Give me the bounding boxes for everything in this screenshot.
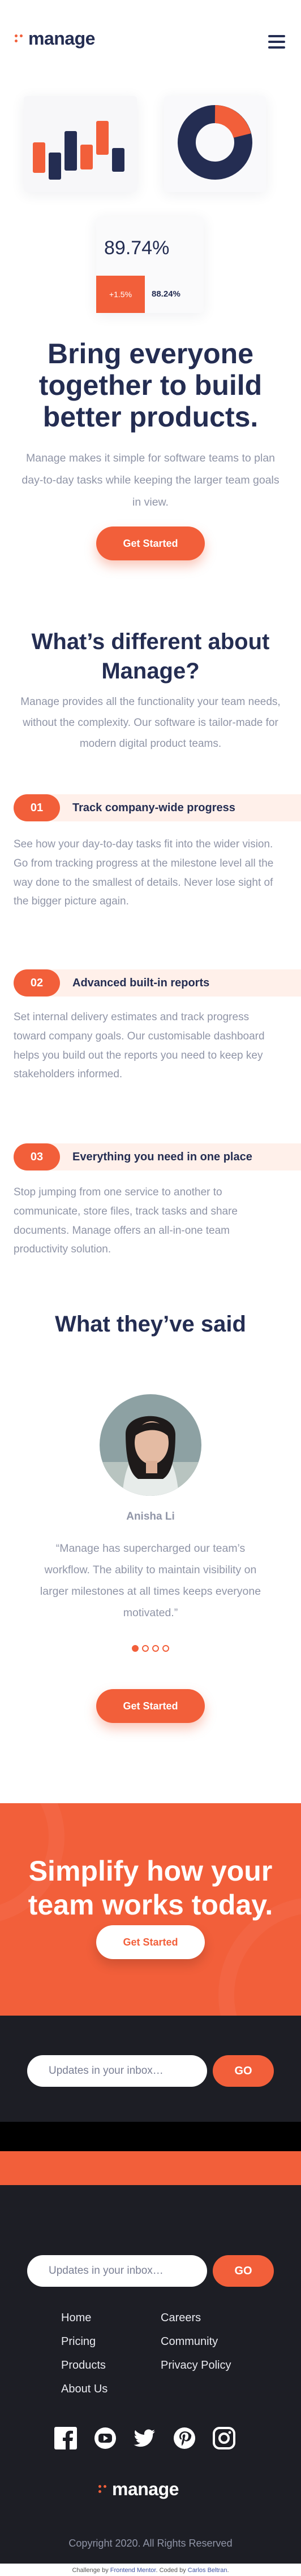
header-logo[interactable]: manage (15, 28, 95, 49)
stat-secondary: 88.24% (152, 289, 180, 299)
feature-title: Everything you need in one place (72, 1150, 252, 1163)
pagination-dot[interactable] (162, 1645, 169, 1652)
feature-item-3: 03 Everything you need in one place (0, 1143, 301, 1170)
testimonial-quote: “Manage has supercharged our team’s work… (40, 1542, 261, 1620)
newsletter-email-input[interactable] (27, 2055, 207, 2087)
orange-strip (0, 2151, 301, 2185)
footer-link-products[interactable]: Products (61, 2359, 106, 2372)
donut-chart-card (164, 96, 266, 192)
bar-chart-card (24, 96, 137, 192)
feature-number: 03 (14, 1143, 60, 1170)
feature-item-1: 01 Track company-wide progress (0, 794, 301, 821)
footer-newsletter-go-button[interactable]: GO (213, 2255, 274, 2287)
donut-chart (178, 105, 252, 180)
testimonial-avatar (100, 1394, 201, 1496)
cta-banner-title: Simplify how your team works today. (28, 1855, 273, 1921)
site-footer: GO Home Pricing Products About Us Career… (0, 2185, 301, 2564)
footer-link-community[interactable]: Community (161, 2335, 218, 2348)
pagination-dot-active[interactable] (132, 1645, 139, 1652)
separator-bar (0, 2122, 301, 2151)
twitter-icon[interactable] (134, 2427, 156, 2449)
chart-bar (33, 142, 45, 173)
chart-bar (64, 131, 77, 171)
logo-mark-icon (98, 2484, 108, 2494)
testimonials-title: What they’ve said (55, 1312, 246, 1337)
logo-mark-icon (15, 34, 24, 43)
chart-bar (80, 145, 93, 169)
chart-bar (112, 148, 124, 172)
testimonials-get-started-button[interactable]: Get Started (96, 1689, 205, 1723)
feature-body: Set internal delivery estimates and trac… (14, 1011, 265, 1081)
differences-title: What’s different about Manage? (31, 629, 270, 684)
pagination-dot[interactable] (142, 1645, 149, 1652)
testimonial-pagination (132, 1645, 169, 1652)
hero-get-started-button[interactable]: Get Started (96, 526, 205, 560)
footer-link-about-us[interactable]: About Us (61, 2383, 108, 2396)
chart-bar (96, 121, 109, 155)
attribution-mid: . Coded by (156, 2567, 188, 2574)
pagination-dot[interactable] (152, 1645, 159, 1652)
footer-link-privacy-policy[interactable]: Privacy Policy (161, 2359, 231, 2372)
cta-banner: Simplify how your team works today. Get … (0, 1803, 301, 2016)
newsletter-section-top: GO (0, 2016, 301, 2122)
attribution-prefix: Challenge by (72, 2567, 110, 2574)
footer-link-careers[interactable]: Careers (161, 2312, 201, 2325)
hero-description: Manage makes it simple for software team… (22, 452, 280, 508)
footer-link-home[interactable]: Home (61, 2312, 91, 2325)
facebook-icon[interactable] (54, 2427, 77, 2449)
youtube-icon[interactable] (94, 2427, 117, 2449)
avatar-portrait (100, 1394, 201, 1496)
logo-text: manage (28, 28, 95, 49)
hamburger-menu-icon[interactable] (268, 35, 285, 49)
stat-delta: +1.5% (96, 276, 145, 313)
feature-body: See how your day-to-day tasks fit into t… (14, 838, 274, 908)
attribution-suffix: . (227, 2567, 229, 2574)
author-link[interactable]: Carlos Beltran (188, 2567, 227, 2574)
testimonial-name: Anisha Li (126, 1511, 175, 1522)
stat-card: 89.74% +1.5% 88.24% (96, 217, 204, 313)
instagram-icon[interactable] (213, 2427, 235, 2449)
frontend-mentor-link[interactable]: Frontend Mentor (110, 2567, 156, 2574)
pinterest-icon[interactable] (173, 2427, 196, 2449)
chart-bar (49, 153, 61, 180)
footer-link-pricing[interactable]: Pricing (61, 2335, 96, 2348)
feature-title: Advanced built-in reports (72, 976, 210, 989)
feature-title: Track company-wide progress (72, 801, 235, 814)
footer-newsletter-input[interactable] (27, 2255, 207, 2287)
copyright-text: Copyright 2020. All Rights Reserved (68, 2538, 233, 2549)
feature-number: 02 (14, 969, 60, 997)
feature-number: 01 (14, 794, 60, 821)
hero-title: Bring everyone together to build better … (38, 338, 263, 433)
feature-item-2: 02 Advanced built-in reports (0, 969, 301, 997)
newsletter-go-button[interactable]: GO (213, 2055, 274, 2087)
differences-description: Manage provides all the functionality yo… (20, 696, 281, 750)
feature-body: Stop jumping from one service to another… (14, 1186, 238, 1256)
footer-logo[interactable]: manage (98, 2479, 179, 2500)
cta-banner-get-started-button[interactable]: Get Started (96, 1925, 205, 1959)
footer-logo-text: manage (112, 2479, 179, 2499)
attribution: Challenge by Frontend Mentor. Coded by C… (0, 2567, 301, 2574)
stat-value: 89.74% (104, 237, 170, 259)
